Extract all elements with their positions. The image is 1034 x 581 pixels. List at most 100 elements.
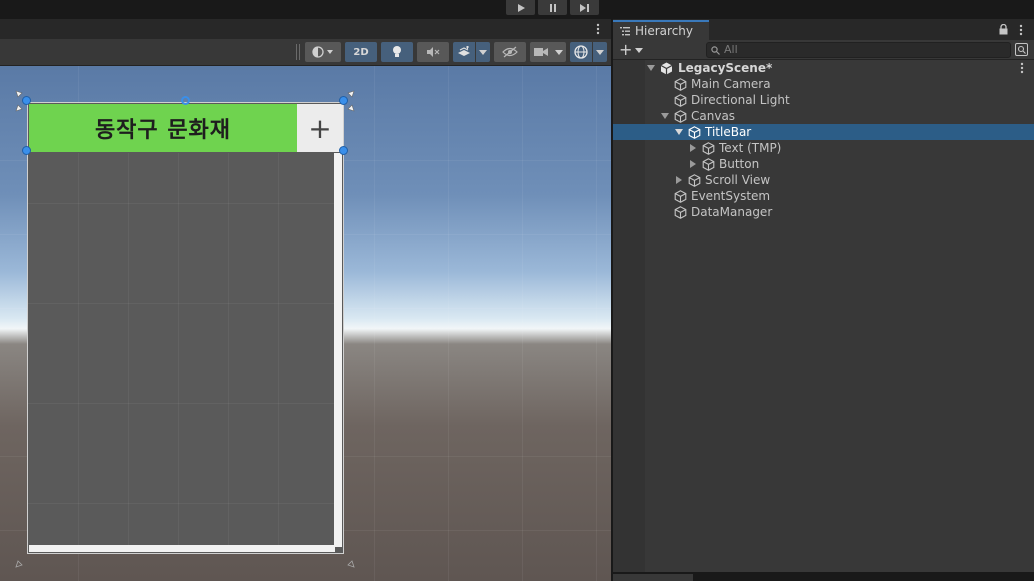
hierarchy-row[interactable]: Text (TMP) (613, 140, 1034, 156)
hierarchy-row[interactable]: Canvas (613, 108, 1034, 124)
camera-settings-button[interactable] (530, 42, 552, 62)
chevron-down-icon (479, 49, 487, 55)
step-button[interactable] (570, 0, 599, 15)
effects-toggle-button[interactable] (453, 42, 475, 62)
project-tab-bar (611, 572, 1034, 581)
toggle-2d-button[interactable]: 2D (345, 42, 377, 62)
toolbar-separator (296, 44, 297, 60)
grid-line (596, 66, 597, 581)
vertical-scrollbar[interactable] (334, 153, 342, 547)
lightbulb-icon (393, 46, 401, 57)
draw-mode-dropdown[interactable] (305, 42, 341, 62)
scene-name-label: LegacyScene* (678, 61, 773, 75)
step-icon (580, 3, 589, 12)
scene-tab-bar (0, 19, 611, 39)
gizmo-globe-icon (574, 45, 588, 59)
anchor-bottom-right-icon[interactable] (343, 556, 355, 568)
title-bar[interactable]: 동작구 문화재 (29, 104, 297, 152)
hierarchy-row-label: Scroll View (705, 173, 771, 187)
collapse-arrow-icon[interactable] (688, 140, 698, 156)
add-button[interactable]: + (297, 104, 343, 152)
scene-viewport[interactable]: 동작구 문화재 + (0, 66, 611, 581)
chevron-down-icon (555, 49, 563, 55)
expand-arrow-icon[interactable] (674, 124, 684, 140)
hierarchy-row[interactable]: Main Camera (613, 76, 1034, 92)
gameobject-cube-icon (673, 76, 687, 92)
gameobject-cube-icon (673, 92, 687, 108)
play-button[interactable] (506, 0, 535, 15)
collapse-arrow-icon[interactable] (688, 156, 698, 172)
kebab-menu-icon[interactable] (1020, 62, 1024, 74)
scene-root-row[interactable]: LegacyScene* (613, 60, 1034, 76)
hierarchy-tab-label: Hierarchy (635, 24, 694, 38)
expand-arrow-icon[interactable] (646, 60, 656, 76)
hierarchy-row[interactable]: Scroll View (613, 172, 1034, 188)
gameobject-cube-icon (673, 204, 687, 220)
create-plus-label: + (619, 40, 633, 59)
grid-line (522, 66, 523, 581)
pause-button[interactable] (538, 0, 567, 15)
scene-search-icon[interactable] (1015, 43, 1028, 56)
search-icon (711, 46, 720, 55)
effects-dropdown[interactable] (476, 42, 490, 62)
gameobject-cube-icon (687, 172, 701, 188)
create-dropdown[interactable]: + (619, 40, 644, 60)
hierarchy-row[interactable]: EventSystem (613, 188, 1034, 204)
anchor-right-icon[interactable] (343, 100, 355, 112)
expand-arrow-icon[interactable] (660, 108, 670, 124)
scene-panel: 2D 동작구 문화재 + (0, 19, 611, 581)
audio-toggle-button[interactable] (417, 42, 449, 62)
hierarchy-row-label: Main Camera (691, 77, 771, 91)
shading-sphere-icon (312, 46, 333, 58)
camera-dropdown[interactable] (552, 42, 566, 62)
gameobject-cube-icon (673, 108, 687, 124)
collapse-arrow-icon[interactable] (674, 172, 684, 188)
audio-mute-icon (427, 47, 440, 57)
gizmos-toggle-button[interactable] (570, 42, 592, 62)
grid-line (374, 66, 375, 581)
tab-project[interactable] (613, 574, 693, 581)
play-mode-bar (0, 0, 1034, 19)
hierarchy-panel: Hierarchy + All LegacyScene* Main Camera (613, 19, 1034, 572)
title-bar-text: 동작구 문화재 (94, 118, 232, 143)
rect-handle-bottom-left[interactable] (22, 146, 31, 155)
tab-hierarchy[interactable]: Hierarchy (613, 20, 709, 40)
unity-scene-icon (659, 60, 673, 76)
list-icon (620, 26, 630, 35)
hierarchy-row[interactable]: TitleBar (613, 124, 1034, 140)
search-input[interactable]: All (706, 42, 1011, 58)
hierarchy-toolbar: + All (613, 40, 1034, 60)
hierarchy-row-label: Button (719, 157, 760, 171)
gameobject-cube-icon (701, 156, 715, 172)
anchor-bottom-left-icon[interactable] (15, 556, 27, 568)
kebab-menu-icon[interactable] (1019, 24, 1023, 36)
hierarchy-row[interactable]: Directional Light (613, 92, 1034, 108)
scene-visibility-button[interactable] (494, 42, 526, 62)
pause-icon (549, 3, 556, 12)
kebab-menu-icon[interactable] (596, 23, 600, 35)
gameobject-cube-icon (673, 188, 687, 204)
gizmos-dropdown[interactable] (593, 42, 607, 62)
gameobject-cube-icon (687, 124, 701, 140)
hierarchy-row[interactable]: Button (613, 156, 1034, 172)
play-icon (517, 3, 525, 12)
lighting-toggle-button[interactable] (381, 42, 413, 62)
lock-icon[interactable] (999, 24, 1008, 35)
hierarchy-row[interactable]: DataManager (613, 204, 1034, 220)
pivot-handle[interactable] (181, 96, 190, 105)
toolbar-separator (299, 44, 300, 60)
canvas-rect[interactable]: 동작구 문화재 + (27, 102, 344, 554)
camera-icon (534, 48, 548, 56)
hierarchy-row-label: Text (TMP) (719, 141, 782, 155)
anchor-left-icon[interactable] (15, 100, 27, 112)
hierarchy-tab-bar (709, 20, 1034, 40)
grid-line (448, 66, 449, 581)
gameobject-cube-icon (701, 140, 715, 156)
hierarchy-row-label: TitleBar (705, 125, 752, 139)
hidden-eye-icon (502, 46, 518, 58)
search-placeholder: All (724, 43, 738, 56)
horizontal-scrollbar[interactable] (29, 545, 335, 552)
chevron-down-icon (596, 49, 604, 55)
rect-handle-bottom-right[interactable] (339, 146, 348, 155)
hierarchy-row-label: Directional Light (691, 93, 790, 107)
